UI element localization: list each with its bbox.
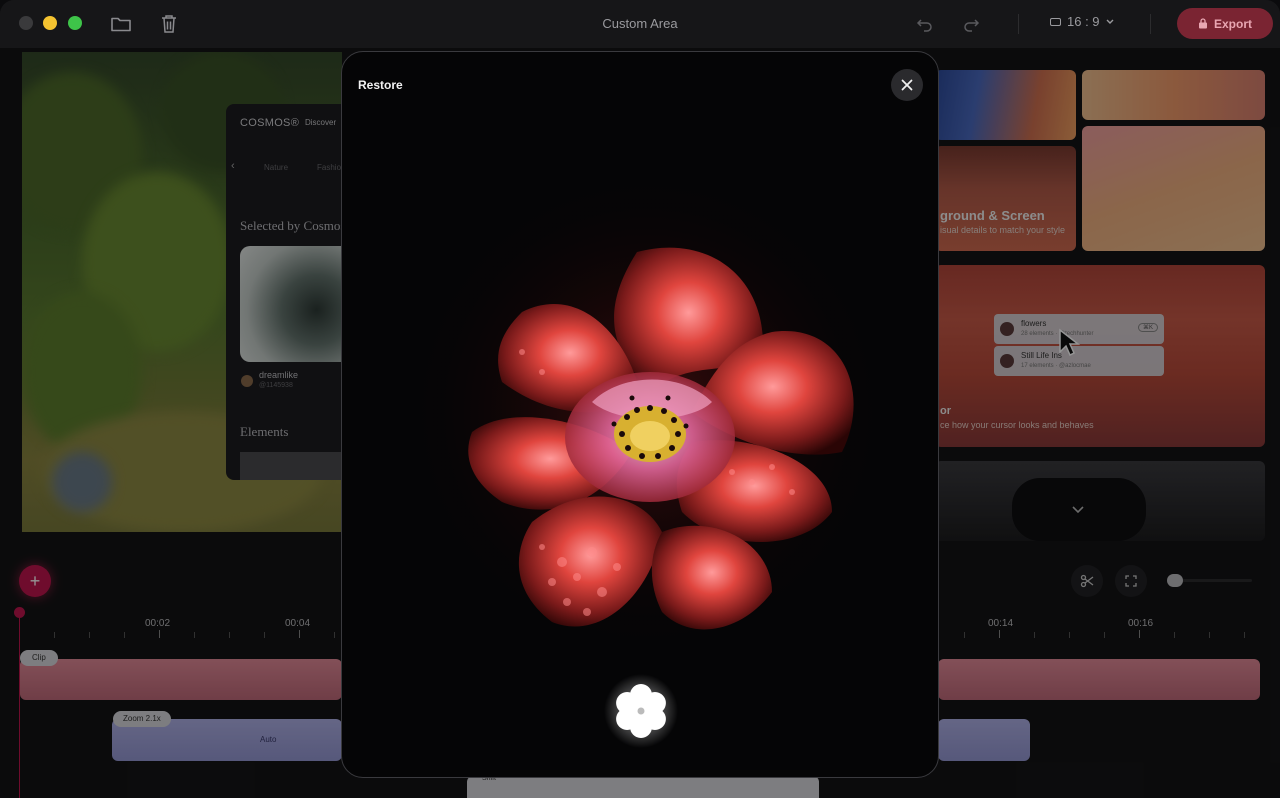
modal-title: Restore bbox=[358, 78, 403, 92]
restore-button[interactable] bbox=[604, 674, 678, 748]
aspect-ratio-value: 16 : 9 bbox=[1067, 14, 1100, 29]
lock-icon bbox=[1198, 18, 1207, 29]
export-button[interactable]: Export bbox=[1177, 8, 1273, 39]
export-label: Export bbox=[1213, 16, 1252, 31]
restore-modal: Restore bbox=[341, 51, 939, 778]
close-button[interactable] bbox=[891, 69, 923, 101]
undo-icon[interactable] bbox=[913, 12, 937, 36]
aspect-ratio-selector[interactable]: 16 : 9 bbox=[1050, 14, 1114, 29]
close-icon bbox=[901, 79, 913, 91]
chevron-down-icon bbox=[1106, 19, 1114, 24]
toolbar-divider bbox=[1150, 14, 1151, 34]
aspect-ratio-icon bbox=[1050, 17, 1061, 26]
redo-icon[interactable] bbox=[959, 12, 983, 36]
flower-image bbox=[397, 172, 897, 672]
app-window: Custom Area 16 : 9 Export COSMOS® Discov… bbox=[0, 0, 1280, 798]
toolbar-divider bbox=[1018, 14, 1019, 34]
title-bar: Custom Area 16 : 9 Export bbox=[0, 0, 1280, 48]
